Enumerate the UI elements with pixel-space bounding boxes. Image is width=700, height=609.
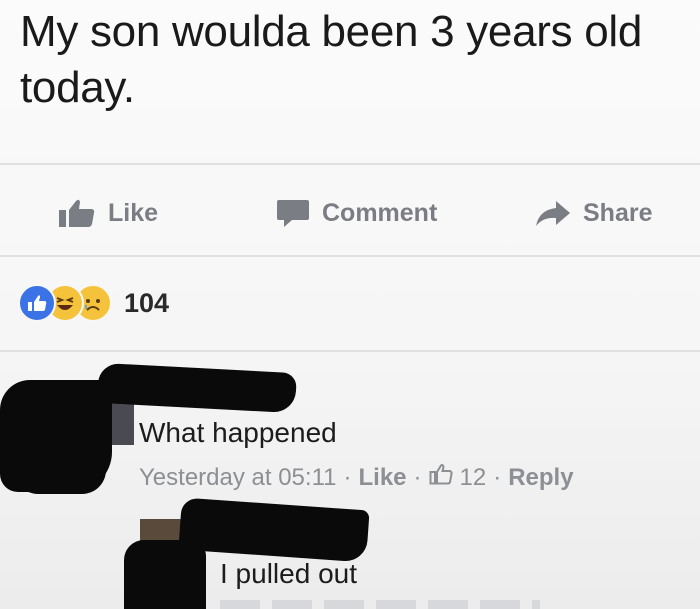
- post-text: My son woulda been 3 years old today.: [20, 7, 643, 112]
- meta-separator: ·: [413, 463, 422, 491]
- avatar-redaction: [14, 440, 106, 494]
- thumbs-up-icon: [58, 198, 96, 228]
- comment-reply-link[interactable]: Reply: [508, 464, 573, 492]
- comment-bubble-icon: [276, 198, 310, 228]
- thumbs-up-outline-icon: [429, 463, 453, 492]
- comment-button[interactable]: Comment: [276, 190, 437, 236]
- divider: [0, 163, 700, 165]
- meta-separator: ·: [343, 463, 352, 491]
- share-arrow-icon: [535, 199, 571, 227]
- comment-meta: Yesterday at 05:11 · Like · 12 · Reply: [139, 463, 574, 492]
- reaction-count: 104: [124, 287, 170, 318]
- comment-like-count: 12: [459, 463, 487, 491]
- like-button[interactable]: Like: [58, 190, 158, 236]
- post-actions-bar: Like Comment Share: [0, 190, 700, 236]
- like-label: Like: [108, 198, 159, 227]
- share-button[interactable]: Share: [535, 190, 652, 236]
- avatar-redaction: [124, 540, 206, 609]
- share-label: Share: [583, 198, 653, 227]
- divider: [0, 350, 700, 352]
- reactions-summary[interactable]: 104: [18, 283, 169, 323]
- name-redaction: [178, 497, 370, 563]
- reply-meta-cutoff: [220, 600, 540, 609]
- meta-separator: ·: [493, 463, 502, 491]
- like-reaction-icon: [18, 284, 56, 322]
- reply-text: I pulled out: [220, 558, 357, 589]
- divider: [0, 255, 700, 257]
- comment-timestamp[interactable]: Yesterday at 05:11: [139, 464, 336, 492]
- facebook-post: My son woulda been 3 years old today. Li…: [0, 0, 700, 609]
- comment-text: What happened: [139, 417, 337, 448]
- comment-like-link[interactable]: Like: [358, 464, 406, 492]
- comment-label: Comment: [322, 198, 438, 227]
